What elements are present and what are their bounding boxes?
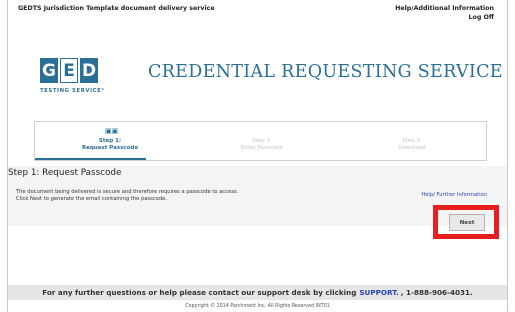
step-2-label: Enter Passcode [241, 145, 283, 151]
logo-letter-g: G [40, 58, 58, 83]
step-3-number: Step 3: [402, 138, 422, 144]
step-3: Step 3: Download [337, 122, 487, 162]
progress-steps: ▣▣ Step 1: Request Passcode Step 2: Ente… [34, 121, 487, 161]
support-phone: , 1-888-906-4031. [400, 288, 473, 297]
further-information-link[interactable]: Help/ Further Information [421, 192, 487, 198]
support-link[interactable]: SUPPORT. [359, 288, 398, 297]
step-2-number: Step 2: [252, 138, 272, 144]
top-bar: GEDTS Jurisdiction Template document del… [7, 0, 508, 26]
section-title: Step 1: Request Passcode [8, 168, 122, 178]
step-1: ▣▣ Step 1: Request Passcode [35, 122, 185, 162]
logo-subtitle: TESTING SERVICE° [40, 88, 105, 94]
ged-logo: G E D TESTING SERVICE° [40, 58, 104, 102]
red-highlight-box [433, 205, 499, 239]
step-1-number: Step 1: [98, 138, 122, 144]
copyright: Copyright © 2014 Parchment Inc. All Righ… [185, 304, 330, 309]
instructions-line-2: Click Next to generate the email contain… [16, 196, 167, 202]
logo-letter-e: E [60, 58, 78, 83]
step-2: Step 2: Enter Passcode [187, 122, 337, 162]
instructions-line-1: The document being delivered is secure a… [16, 189, 239, 195]
active-step-indicator [35, 158, 146, 160]
contact-bar: For any further questions or help please… [8, 285, 507, 300]
logo-letter-d: D [80, 58, 98, 83]
passcode-icon: ▣▣ [105, 127, 119, 135]
instructions-text: The document being delivered is secure a… [16, 189, 238, 203]
page-heading: CREDENTIAL REQUESTING SERVICE [148, 62, 503, 82]
step-3-label: Download [398, 145, 426, 151]
service-title: GEDTS Jurisdiction Template document del… [18, 5, 215, 12]
step-1-label: Request Passcode [81, 145, 139, 151]
contact-text: For any further questions or help please… [42, 288, 357, 297]
log-off-link[interactable]: Log Off [469, 14, 495, 21]
help-additional-info-link[interactable]: Help/Additional Information [395, 5, 494, 12]
